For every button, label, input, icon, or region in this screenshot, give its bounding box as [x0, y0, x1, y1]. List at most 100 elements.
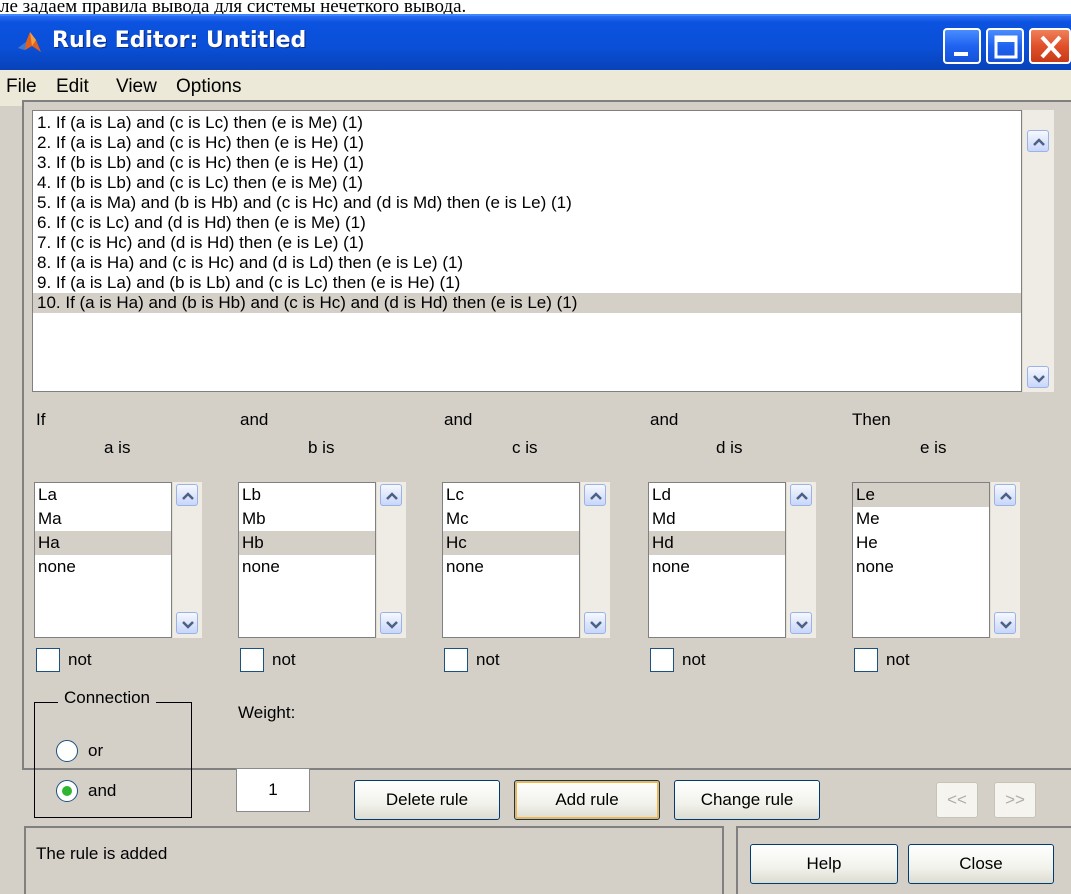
- chevron-down-icon: [1033, 375, 1045, 383]
- option-item[interactable]: Ma: [35, 507, 171, 531]
- not-label-d: not: [682, 650, 706, 669]
- rule-item[interactable]: 8. If (a is Ha) and (c is Hc) and (d is …: [33, 253, 1021, 273]
- variable-scrollbar-d[interactable]: [786, 482, 816, 638]
- radio-or-label: or: [88, 741, 104, 760]
- option-item-selected[interactable]: Ha: [35, 531, 171, 555]
- chevron-down-icon: [1000, 621, 1012, 629]
- variable-scrollbar-e[interactable]: [990, 482, 1020, 638]
- close-window-button[interactable]: [1029, 28, 1071, 64]
- connector-if: If: [36, 410, 46, 429]
- matlab-icon: [18, 32, 41, 52]
- variable-scrollbar-b[interactable]: [376, 482, 406, 638]
- connection-title: Connection: [58, 688, 157, 708]
- rule-item[interactable]: 5. If (a is Ma) and (b is Hb) and (c is …: [33, 193, 1021, 213]
- option-item-selected[interactable]: Hc: [443, 531, 579, 555]
- scroll-down-button[interactable]: [584, 612, 606, 634]
- variable-scrollbar-a[interactable]: [172, 482, 202, 638]
- variable-list-a[interactable]: La Ma Ha none: [34, 482, 172, 638]
- option-item[interactable]: Me: [853, 507, 989, 531]
- chevron-up-icon: [386, 492, 398, 500]
- scroll-up-button[interactable]: [380, 484, 402, 506]
- variable-label-e: e is: [920, 438, 947, 457]
- chevron-down-icon: [590, 621, 602, 629]
- variable-scrollbar-c[interactable]: [580, 482, 610, 638]
- menu-file[interactable]: File: [6, 76, 37, 98]
- variable-list-b[interactable]: Lb Mb Hb none: [238, 482, 376, 638]
- radio-and[interactable]: [56, 780, 78, 802]
- scroll-up-button[interactable]: [584, 484, 606, 506]
- variable-list-c[interactable]: Lc Mc Hc none: [442, 482, 580, 638]
- scroll-up-button[interactable]: [176, 484, 198, 506]
- option-item[interactable]: none: [443, 555, 579, 579]
- variable-label-a: a is: [104, 438, 131, 457]
- change-rule-button[interactable]: Change rule: [674, 780, 820, 820]
- add-rule-button[interactable]: Add rule: [514, 780, 660, 820]
- rule-item[interactable]: 9. If (a is La) and (b is Lb) and (c is …: [33, 273, 1021, 293]
- chevron-down-icon: [386, 621, 398, 629]
- menu-view[interactable]: View: [116, 76, 157, 98]
- option-item[interactable]: Md: [649, 507, 785, 531]
- help-button[interactable]: Help: [750, 844, 898, 884]
- maximize-button[interactable]: [986, 28, 1024, 64]
- option-item[interactable]: La: [35, 483, 171, 507]
- not-checkbox-d[interactable]: [650, 648, 674, 672]
- not-checkbox-a[interactable]: [36, 648, 60, 672]
- option-item[interactable]: He: [853, 531, 989, 555]
- option-item-selected[interactable]: Hb: [239, 531, 375, 555]
- scroll-down-button[interactable]: [1027, 366, 1049, 388]
- scroll-down-button[interactable]: [994, 612, 1016, 634]
- option-item[interactable]: none: [649, 555, 785, 579]
- not-label-b: not: [272, 650, 296, 669]
- connector-and-b: and: [240, 410, 269, 429]
- rule-item-selected[interactable]: 10. If (a is Ha) and (b is Hb) and (c is…: [33, 293, 1021, 313]
- chevron-down-icon: [182, 621, 194, 629]
- option-item[interactable]: Mc: [443, 507, 579, 531]
- rule-item[interactable]: 6. If (c is Lc) and (d is Hd) then (e is…: [33, 213, 1021, 233]
- scroll-down-button[interactable]: [176, 612, 198, 634]
- delete-rule-button[interactable]: Delete rule: [354, 780, 500, 820]
- status-text: The rule is added: [36, 844, 168, 863]
- scroll-down-button[interactable]: [790, 612, 812, 634]
- scroll-down-button[interactable]: [380, 612, 402, 634]
- not-checkbox-e[interactable]: [854, 648, 878, 672]
- rule-item[interactable]: 7. If (c is Hc) and (d is Hd) then (e is…: [33, 233, 1021, 253]
- option-item-selected[interactable]: Le: [853, 483, 989, 507]
- rule-list[interactable]: 1. If (a is La) and (c is Lc) then (e is…: [32, 110, 1022, 392]
- scroll-up-button[interactable]: [1027, 130, 1049, 152]
- option-item-selected[interactable]: Hd: [649, 531, 785, 555]
- chevron-up-icon: [590, 492, 602, 500]
- close-button[interactable]: Close: [908, 844, 1054, 884]
- option-item[interactable]: none: [853, 555, 989, 579]
- menu-options[interactable]: Options: [176, 76, 241, 98]
- close-icon: [1040, 35, 1062, 59]
- rule-item[interactable]: 3. If (b is Lb) and (c is Hc) then (e is…: [33, 153, 1021, 173]
- previous-rules-button[interactable]: <<: [936, 782, 978, 818]
- option-item[interactable]: Lb: [239, 483, 375, 507]
- scroll-up-button[interactable]: [790, 484, 812, 506]
- variable-list-e[interactable]: Le Me He none: [852, 482, 990, 638]
- not-label-e: not: [886, 650, 910, 669]
- weight-label: Weight:: [238, 703, 296, 722]
- menu-edit[interactable]: Edit: [56, 76, 89, 98]
- option-item[interactable]: none: [35, 555, 171, 579]
- variable-list-d[interactable]: Ld Md Hd none: [648, 482, 786, 638]
- weight-input[interactable]: 1: [236, 768, 310, 812]
- not-checkbox-c[interactable]: [444, 648, 468, 672]
- variable-label-d: d is: [716, 438, 743, 457]
- variable-label-b: b is: [308, 438, 335, 457]
- scroll-up-button[interactable]: [994, 484, 1016, 506]
- not-checkbox-b[interactable]: [240, 648, 264, 672]
- chevron-up-icon: [1033, 138, 1045, 146]
- minimize-button[interactable]: [943, 28, 981, 64]
- next-rules-button[interactable]: >>: [994, 782, 1036, 818]
- option-item[interactable]: none: [239, 555, 375, 579]
- rule-item[interactable]: 2. If (a is La) and (c is Hc) then (e is…: [33, 133, 1021, 153]
- rule-list-scrollbar[interactable]: [1022, 110, 1054, 392]
- radio-or[interactable]: [56, 740, 78, 762]
- rule-item[interactable]: 1. If (a is La) and (c is Lc) then (e is…: [33, 113, 1021, 133]
- rule-item[interactable]: 4. If (b is Lb) and (c is Lc) then (e is…: [33, 173, 1021, 193]
- option-item[interactable]: Lc: [443, 483, 579, 507]
- title-bar[interactable]: Rule Editor: Untitled: [0, 14, 1071, 70]
- option-item[interactable]: Mb: [239, 507, 375, 531]
- option-item[interactable]: Ld: [649, 483, 785, 507]
